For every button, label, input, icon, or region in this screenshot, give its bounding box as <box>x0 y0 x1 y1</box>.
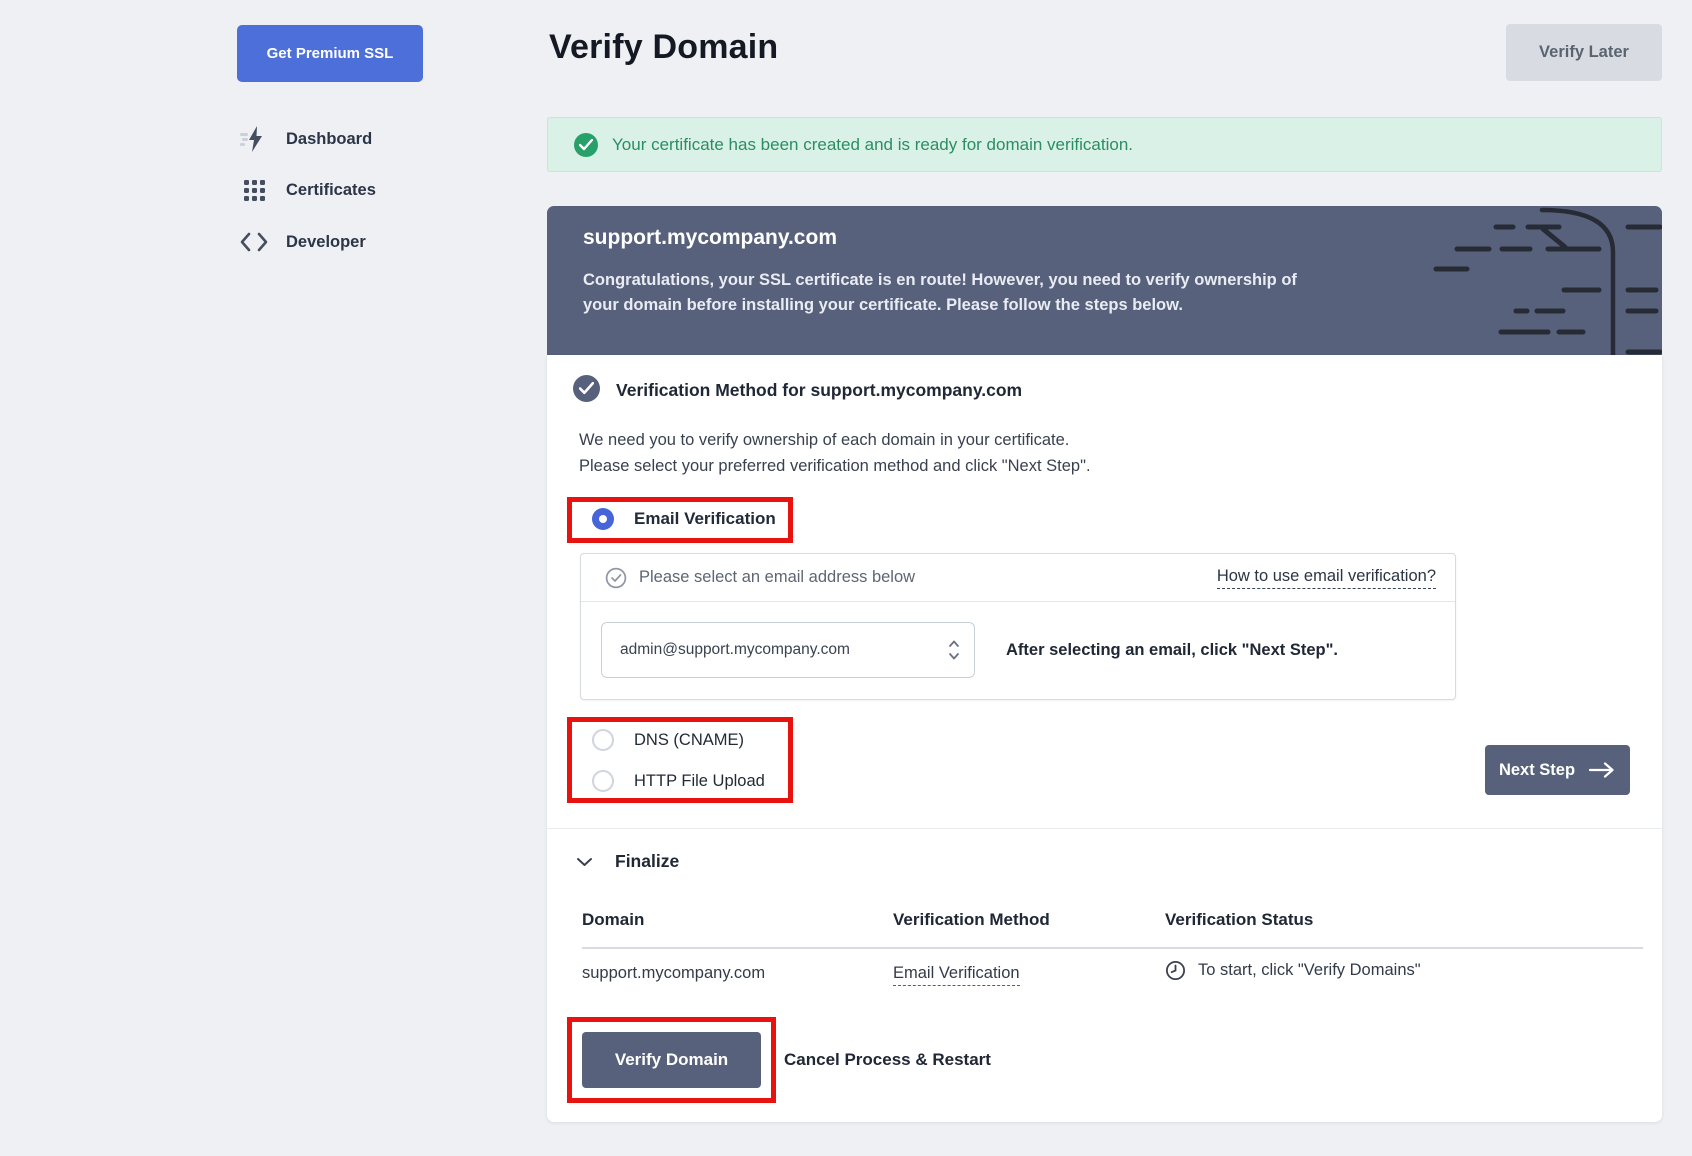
check-circle-icon <box>574 133 598 157</box>
verification-card: Verification Method for support.mycompan… <box>547 355 1662 1122</box>
table-divider <box>582 947 1643 949</box>
check-circle-outline-icon <box>605 567 627 589</box>
clock-icon <box>1165 960 1186 981</box>
email-panel-body: admin@support.mycompany.com After select… <box>581 601 1455 699</box>
chevron-down-icon <box>577 857 592 867</box>
verify-domain-button[interactable]: Verify Domain <box>582 1032 761 1088</box>
sidebar-item-developer[interactable]: Developer <box>240 227 460 257</box>
radio-email-verification[interactable]: Email Verification <box>592 508 776 530</box>
radio-http-file-upload[interactable]: HTTP File Upload <box>592 770 765 792</box>
sidebar-item-label: Developer <box>286 233 366 252</box>
success-banner-text: Your certificate has been created and is… <box>612 135 1133 155</box>
success-banner: Your certificate has been created and is… <box>547 117 1662 172</box>
email-panel-prompt: Please select an email address below <box>639 568 915 587</box>
code-icon <box>240 229 268 255</box>
domain-card-description: Congratulations, your SSL certificate is… <box>583 268 1298 318</box>
email-select-hint: After selecting an email, click "Next St… <box>1006 641 1338 660</box>
sidebar-item-label: Dashboard <box>286 130 372 149</box>
next-step-label: Next Step <box>1499 761 1575 780</box>
email-select-value: admin@support.mycompany.com <box>620 641 850 659</box>
column-header-status: Verification Status <box>1165 910 1313 930</box>
domain-name: support.mycompany.com <box>583 226 837 250</box>
cancel-process-link[interactable]: Cancel Process & Restart <box>784 1050 991 1070</box>
grid-icon <box>240 177 268 203</box>
lightning-icon <box>240 126 268 152</box>
step-intro: We need you to verify ownership of each … <box>579 427 1091 479</box>
radio-label: HTTP File Upload <box>634 772 765 791</box>
email-selection-panel: Please select an email address below How… <box>580 553 1456 700</box>
arrow-right-icon <box>1588 762 1616 778</box>
step-check-icon <box>573 375 600 402</box>
sidebar-item-certificates[interactable]: Certificates <box>240 175 460 205</box>
row-status: To start, click "Verify Domains" <box>1165 960 1421 981</box>
finalize-heading: Finalize <box>615 851 679 872</box>
row-method-link[interactable]: Email Verification <box>893 964 1020 986</box>
get-premium-ssl-button[interactable]: Get Premium SSL <box>237 25 423 82</box>
radio-label: Email Verification <box>634 509 776 529</box>
email-select[interactable]: admin@support.mycompany.com <box>601 622 975 678</box>
verify-later-button[interactable]: Verify Later <box>1506 24 1662 81</box>
intro-line-2: Please select your preferred verificatio… <box>579 453 1091 479</box>
next-step-button[interactable]: Next Step <box>1485 745 1630 795</box>
radio-label: DNS (CNAME) <box>634 731 744 750</box>
column-header-method: Verification Method <box>893 910 1050 930</box>
sidebar-item-label: Certificates <box>286 181 376 200</box>
sidebar-item-dashboard[interactable]: Dashboard <box>240 124 460 154</box>
step-heading: Verification Method for support.mycompan… <box>616 380 1022 401</box>
email-help-link[interactable]: How to use email verification? <box>1217 567 1436 589</box>
section-divider <box>547 828 1662 829</box>
radio-selected-icon <box>592 508 614 530</box>
column-header-domain: Domain <box>582 910 644 930</box>
radio-unselected-icon <box>592 770 614 792</box>
circuit-illustration <box>1402 206 1662 355</box>
row-domain: support.mycompany.com <box>582 964 765 983</box>
page-title: Verify Domain <box>549 28 778 67</box>
radio-dns-cname[interactable]: DNS (CNAME) <box>592 729 744 751</box>
finalize-section-toggle[interactable]: Finalize <box>577 851 679 872</box>
chevron-up-down-icon <box>947 638 961 662</box>
domain-summary-card: support.mycompany.com Congratulations, y… <box>547 206 1662 355</box>
verify-domain-page: Get Premium SSL Dashboard Certificates <box>0 0 1692 1156</box>
intro-line-1: We need you to verify ownership of each … <box>579 427 1091 453</box>
row-status-text: To start, click "Verify Domains" <box>1198 961 1421 980</box>
radio-unselected-icon <box>592 729 614 751</box>
